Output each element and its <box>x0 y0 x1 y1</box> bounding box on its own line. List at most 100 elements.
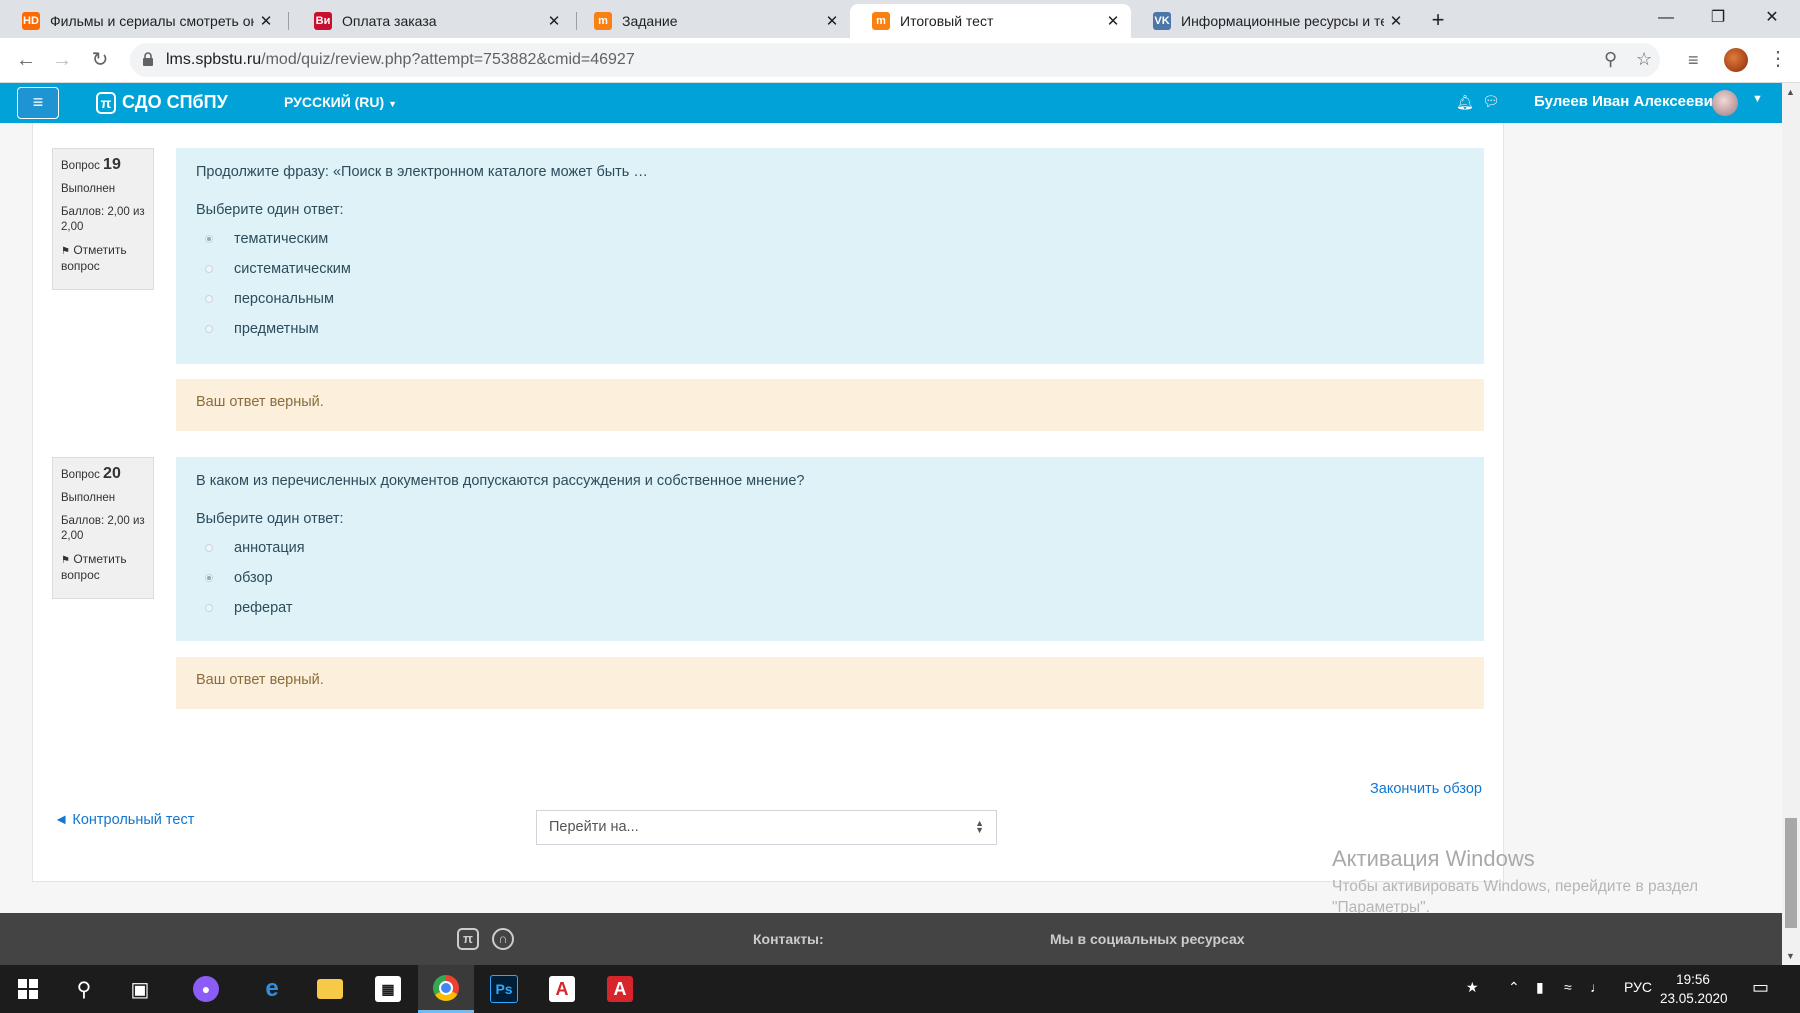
messages-icon[interactable]: 💬︎ <box>1482 93 1500 110</box>
select-arrows-icon: ▲ ▼ <box>975 818 984 835</box>
feedback-19: Ваш ответ верный. <box>176 379 1484 431</box>
question-info-20: Вопрос 20 Выполнен Баллов: 2,00 из 2,00 … <box>52 457 154 599</box>
search-icon[interactable]: ⚲ <box>56 965 112 1013</box>
jump-to-select[interactable]: Перейти на... ▲ ▼ <box>536 810 997 845</box>
minimize-icon[interactable]: — <box>1640 0 1692 36</box>
user-menu-caret-icon[interactable]: ▼ <box>1752 93 1763 105</box>
tab-title: Итоговый тест <box>900 13 994 29</box>
browser-tab[interactable]: m Итоговый тест ✕ <box>850 4 1131 38</box>
question-grade: Баллов: 2,00 из 2,00 <box>61 206 145 233</box>
bookmark-star-icon[interactable]: ☆ <box>1636 49 1652 70</box>
question-content-19: Продолжите фразу: «Поиск в электронном к… <box>176 148 1484 364</box>
wifi-icon[interactable]: ≈ <box>1564 979 1572 995</box>
tab-separator <box>288 12 289 30</box>
radio-button[interactable] <box>205 295 213 303</box>
store-icon[interactable]: ▦ <box>360 965 416 1013</box>
footer-social-heading: Мы в социальных ресурсах <box>1050 931 1245 947</box>
restore-icon[interactable]: ❐ <box>1692 0 1744 36</box>
tray-chevron-up-icon[interactable]: ⌃ <box>1508 979 1520 996</box>
finish-review-link[interactable]: Закончить обзор <box>1370 781 1482 797</box>
tab-close-icon[interactable]: ✕ <box>254 12 278 30</box>
answer-option[interactable]: персональным <box>196 284 1464 314</box>
flag-question-link[interactable]: ⚑ Отметить вопрос <box>61 552 145 583</box>
tab-favicon-icon: VK <box>1153 12 1171 30</box>
feedback-20: Ваш ответ верный. <box>176 657 1484 709</box>
tab-title: Оплата заказа <box>342 13 437 29</box>
radio-button[interactable] <box>205 325 213 333</box>
brand-logo-icon[interactable]: π <box>96 92 116 114</box>
acrobat-icon[interactable]: A <box>534 965 590 1013</box>
zoom-icon[interactable]: ⚲ <box>1604 49 1617 70</box>
answer-option[interactable]: обзор <box>196 563 1464 593</box>
action-center-icon[interactable]: ▭ <box>1752 977 1769 998</box>
scroll-up-icon[interactable]: ▲ <box>1786 87 1795 97</box>
start-windows-icon[interactable] <box>0 965 56 1013</box>
answer-option[interactable]: реферат <box>196 593 1464 623</box>
task-view-icon[interactable]: ▣ <box>112 965 168 1013</box>
user-avatar[interactable] <box>1712 90 1738 116</box>
question-info-19: Вопрос 19 Выполнен Баллов: 2,00 из 2,00 … <box>52 148 154 290</box>
scroll-down-icon[interactable]: ▼ <box>1786 951 1795 961</box>
profile-avatar[interactable] <box>1724 48 1748 72</box>
system-clock[interactable]: 19:56 23.05.2020 <box>1660 970 1728 1008</box>
page-scrollbar[interactable]: ▲ ▼ <box>1782 83 1800 965</box>
notifications-bell-icon[interactable]: 🔔︎ <box>1456 94 1474 111</box>
browser-tab[interactable]: HD Фильмы и сериалы смотреть он ✕ <box>0 4 284 38</box>
question-content-20: В каком из перечисленных документов допу… <box>176 457 1484 641</box>
caret-down-icon: ▼ <box>388 99 397 109</box>
footer-contacts-heading: Контакты: <box>753 931 824 947</box>
site-navbar: ≡ π СДО СПбПУ РУССКИЙ (RU) ▼ 🔔︎ 💬︎ Булее… <box>0 83 1782 123</box>
tab-favicon-icon: Ви <box>314 12 332 30</box>
media-control-icon[interactable]: ≡ <box>1688 50 1699 71</box>
address-bar[interactable]: lms.spbstu.ru/mod/quiz/review.php?attemp… <box>130 43 1660 77</box>
browser-menu-icon[interactable]: ⋮ <box>1768 46 1788 71</box>
flag-question-link[interactable]: ⚑ Отметить вопрос <box>61 243 145 274</box>
people-icon[interactable]: ★ <box>1466 979 1479 996</box>
chrome-icon[interactable] <box>418 965 474 1013</box>
tab-close-icon[interactable]: ✕ <box>542 12 566 30</box>
input-language[interactable]: РУС <box>1624 979 1652 995</box>
answer-option[interactable]: аннотация <box>196 533 1464 563</box>
tab-close-icon[interactable]: ✕ <box>1384 12 1408 30</box>
radio-button[interactable] <box>205 604 213 612</box>
edge-browser-icon[interactable]: e <box>244 965 300 1013</box>
volume-icon[interactable]: ♩ <box>1590 979 1604 995</box>
previous-activity-link[interactable]: ◄ Контрольный тест <box>54 812 194 828</box>
flag-icon: ⚑ <box>61 555 70 566</box>
radio-button[interactable] <box>205 544 213 552</box>
windows-taskbar: ⚲ ▣ ● e ▦ Ps A A ★ ⌃ ▮ ≈ ♩ РУС 19:56 23.… <box>0 965 1800 1013</box>
hamburger-menu-icon[interactable]: ≡ <box>17 87 59 119</box>
browser-tab[interactable]: m Задание ✕ <box>572 4 850 38</box>
browser-tab[interactable]: VK Информационные ресурсы и те ✕ <box>1131 4 1414 38</box>
reload-icon[interactable]: ↻ <box>86 46 114 74</box>
footer-university-icon: ∩ <box>492 928 514 950</box>
browser-tab-strip: HD Фильмы и сериалы смотреть он ✕ Ви Оплата … <box>0 0 1800 38</box>
answer-option[interactable]: систематическим <box>196 254 1464 284</box>
tab-close-icon[interactable]: ✕ <box>820 12 844 30</box>
answer-prompt: Выберите один ответ: <box>196 202 344 218</box>
battery-icon[interactable]: ▮ <box>1536 979 1544 996</box>
language-menu[interactable]: РУССКИЙ (RU) ▼ <box>284 94 397 110</box>
alice-assistant-icon[interactable]: ● <box>178 965 234 1013</box>
scroll-thumb[interactable] <box>1785 818 1797 928</box>
tab-close-icon[interactable]: ✕ <box>1101 12 1125 30</box>
radio-button[interactable] <box>205 574 213 582</box>
acrobat-reader-icon[interactable]: A <box>592 965 648 1013</box>
browser-tab[interactable]: Ви Оплата заказа ✕ <box>292 4 572 38</box>
brand-name[interactable]: СДО СПбПУ <box>122 92 228 113</box>
question-text: Продолжите фразу: «Поиск в электронном к… <box>196 164 648 180</box>
radio-button[interactable] <box>205 265 213 273</box>
answer-option[interactable]: предметным <box>196 314 1464 344</box>
tab-title: Задание <box>622 13 678 29</box>
question-grade: Баллов: 2,00 из 2,00 <box>61 515 145 542</box>
forward-icon[interactable]: → <box>48 46 76 74</box>
photoshop-icon[interactable]: Ps <box>476 965 532 1013</box>
close-window-icon[interactable]: ✕ <box>1746 0 1798 36</box>
user-menu-name[interactable]: Булеев Иван Алексеевич <box>1534 93 1722 110</box>
tab-title: Информационные ресурсы и те <box>1181 13 1384 29</box>
file-explorer-icon[interactable] <box>302 965 358 1013</box>
answer-option[interactable]: тематическим <box>196 224 1464 254</box>
back-icon[interactable]: ← <box>12 46 40 74</box>
new-tab-button[interactable]: + <box>1424 6 1452 34</box>
radio-button[interactable] <box>205 235 213 243</box>
